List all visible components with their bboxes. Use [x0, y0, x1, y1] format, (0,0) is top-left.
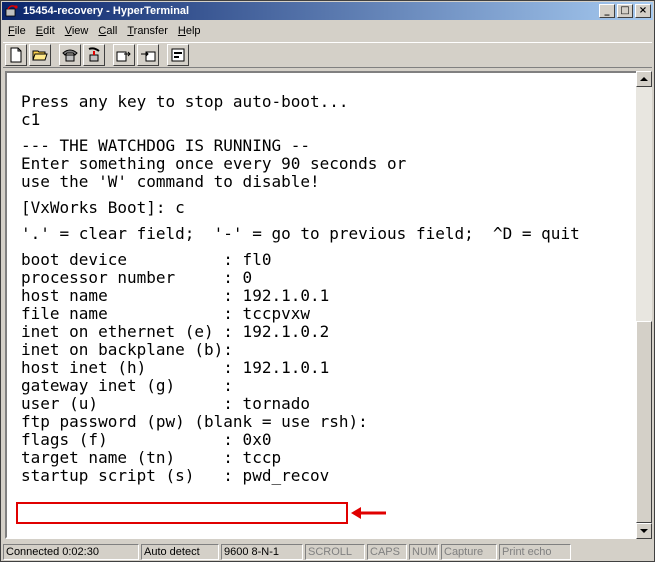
- status-scroll: SCROLL: [305, 543, 365, 560]
- annotation-highlight-box: [16, 502, 348, 524]
- status-print-echo: Print echo: [499, 543, 571, 560]
- terminal-line: inet on backplane (b):: [21, 340, 233, 359]
- connect-button[interactable]: [59, 44, 81, 66]
- properties-icon: [171, 48, 185, 62]
- menu-file[interactable]: File: [3, 25, 31, 37]
- menu-edit[interactable]: Edit: [31, 25, 60, 37]
- open-folder-icon: [32, 50, 48, 61]
- scroll-down-button[interactable]: [636, 523, 652, 539]
- title-bar[interactable]: 15454-recovery - HyperTerminal _ □ ×: [2, 2, 653, 20]
- terminal-line: Press any key to stop auto-boot...: [21, 92, 349, 111]
- toolbar: [3, 42, 652, 68]
- disconnect-button[interactable]: [83, 44, 105, 66]
- terminal-line: inet on ethernet (e) : 192.1.0.2: [21, 322, 330, 341]
- menu-bar: File Edit View Call Transfer Help: [3, 22, 652, 40]
- terminal-screen[interactable]: Press any key to stop auto-boot... c1 --- …: [5, 71, 638, 539]
- annotation-arrow-icon: [351, 507, 386, 519]
- terminal-line: target name (tn) : tccp: [21, 448, 282, 467]
- scroll-up-button[interactable]: [636, 71, 652, 87]
- status-detect: Auto detect: [141, 543, 219, 560]
- scroll-thumb[interactable]: [636, 321, 652, 523]
- terminal-line: processor number : 0: [21, 268, 253, 287]
- terminal-line: [VxWorks Boot]: c: [21, 198, 185, 217]
- status-connected: Connected 0:02:30: [3, 543, 139, 560]
- terminal-line: file name : tccpvxw: [21, 304, 310, 323]
- terminal-line: ftp password (pw) (blank = use rsh):: [21, 412, 368, 431]
- terminal-line: flags (f) : 0x0: [21, 430, 272, 449]
- send-button[interactable]: [113, 44, 135, 66]
- receive-file-icon: [141, 51, 156, 62]
- hyperterminal-app-icon: [5, 4, 19, 18]
- terminal-line: startup script (s) : pwd_recov: [21, 466, 330, 485]
- status-bar: Connected 0:02:30 Auto detect 9600 8-N-1…: [3, 542, 652, 561]
- disconnect-phone-icon: [88, 47, 100, 62]
- close-button[interactable]: ×: [635, 4, 651, 18]
- maximize-button[interactable]: □: [617, 4, 633, 18]
- menu-transfer[interactable]: Transfer: [122, 25, 173, 37]
- connect-phone-icon: [62, 49, 78, 62]
- status-settings: 9600 8-N-1: [221, 543, 303, 560]
- menu-help[interactable]: Help: [173, 25, 206, 37]
- terminal-line: --- THE WATCHDOG IS RUNNING --: [21, 136, 310, 155]
- terminal-line: boot device : fl0: [21, 250, 272, 269]
- open-button[interactable]: [29, 44, 51, 66]
- terminal-line: Enter something once every 90 seconds or: [21, 154, 407, 173]
- send-file-icon: [116, 51, 131, 62]
- terminal-line: host inet (h) : 192.1.0.1: [21, 358, 330, 377]
- new-document-icon: [10, 47, 22, 63]
- minimize-button[interactable]: _: [599, 4, 615, 18]
- vertical-scrollbar[interactable]: [636, 71, 652, 539]
- terminal-line: host name : 192.1.0.1: [21, 286, 330, 305]
- terminal-line: '.' = clear field; '-' = go to previous …: [21, 224, 580, 243]
- terminal-line: c1: [21, 110, 41, 129]
- new-connection-button[interactable]: [5, 44, 27, 66]
- terminal-line: user (u) : tornado: [21, 394, 310, 413]
- status-num: NUM: [409, 543, 439, 560]
- terminal-line: use the 'W' command to disable!: [21, 172, 320, 191]
- status-caps: CAPS: [367, 543, 407, 560]
- hyperterminal-window: 15454-recovery - HyperTerminal _ □ × Fil…: [0, 0, 655, 562]
- terminal-line: gateway inet (g) :: [21, 376, 233, 395]
- menu-call[interactable]: Call: [93, 25, 122, 37]
- window-title: 15454-recovery - HyperTerminal: [23, 5, 190, 17]
- arrow-down-icon: [640, 529, 648, 533]
- properties-button[interactable]: [167, 44, 189, 66]
- arrow-up-icon: [640, 77, 648, 81]
- status-capture: Capture: [441, 543, 497, 560]
- menu-view[interactable]: View: [60, 25, 94, 37]
- terminal-output: Press any key to stop auto-boot... c1 --- …: [21, 93, 580, 485]
- receive-button[interactable]: [137, 44, 159, 66]
